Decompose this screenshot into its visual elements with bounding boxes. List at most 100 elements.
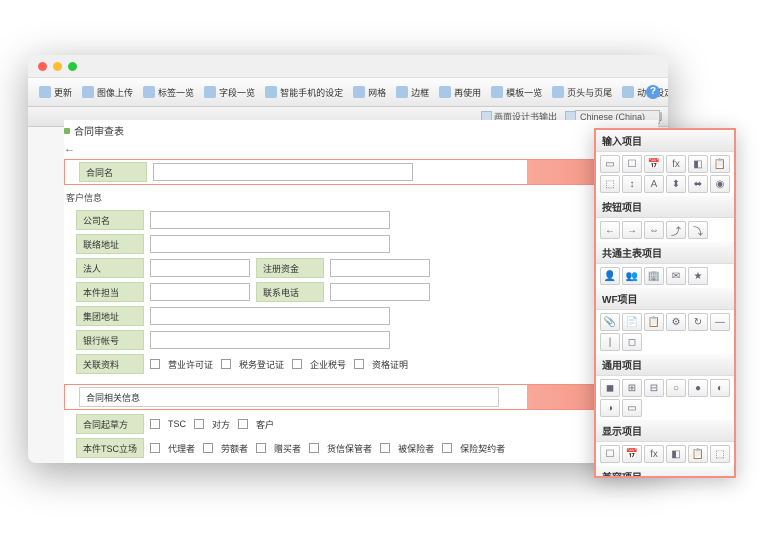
palette-item[interactable]: ◻: [622, 333, 642, 351]
palette-item[interactable]: ▭: [600, 155, 620, 173]
palette-item[interactable]: ⤴: [666, 221, 686, 239]
palette-item[interactable]: A: [644, 175, 664, 193]
checkbox[interactable]: [203, 443, 213, 453]
contract-name-input[interactable]: [153, 163, 413, 181]
text-input[interactable]: [150, 235, 390, 253]
palette-item[interactable]: ⬌: [688, 175, 708, 193]
close-dot[interactable]: [38, 62, 47, 71]
toolbar-icon: [396, 86, 408, 98]
palette-item[interactable]: ⚙: [666, 313, 686, 331]
palette-grid: 📎📄📋⚙↻— |◻: [596, 310, 734, 354]
toolbar-item[interactable]: 边框: [391, 78, 434, 106]
toolbar-item[interactable]: 标签一览: [138, 78, 199, 106]
checkbox[interactable]: [221, 359, 231, 369]
palette-item[interactable]: fx: [666, 155, 686, 173]
checkbox-label: 劳额者: [221, 442, 248, 455]
palette-item[interactable]: ⊞: [622, 379, 642, 397]
checkbox-label: 税务登记证: [239, 358, 284, 371]
palette-item[interactable]: ☐: [600, 445, 620, 463]
palette-item[interactable]: ◑: [600, 399, 620, 417]
palette-item[interactable]: ◧: [688, 155, 708, 173]
palette-item[interactable]: —: [710, 313, 730, 331]
palette-item[interactable]: ○: [666, 379, 686, 397]
toolbar-item[interactable]: 字段一览: [199, 78, 260, 106]
toolbar-item[interactable]: 模板一览: [486, 78, 547, 106]
field-label: 关联资料: [76, 354, 144, 374]
section-title: 合同审查表: [74, 123, 124, 138]
checkbox[interactable]: [309, 443, 319, 453]
checkbox-label: 客户: [256, 418, 274, 431]
palette-item[interactable]: 🏢: [644, 267, 664, 285]
palette-section-title: 兼容项目: [596, 466, 734, 478]
palette-item[interactable]: 📅: [622, 445, 642, 463]
palette-item[interactable]: 📅: [644, 155, 664, 173]
toolbar-item[interactable]: 智能手机的设定: [260, 78, 348, 106]
palette-item[interactable]: 📋: [710, 155, 730, 173]
checkbox[interactable]: [442, 443, 452, 453]
palette-item[interactable]: ⬚: [710, 445, 730, 463]
help-icon[interactable]: ?: [646, 85, 660, 99]
palette-item[interactable]: 👥: [622, 267, 642, 285]
toolbar-icon: [265, 86, 277, 98]
palette-item[interactable]: ↻: [688, 313, 708, 331]
checkbox[interactable]: [194, 419, 204, 429]
palette-item[interactable]: ◧: [666, 445, 686, 463]
checkbox[interactable]: [354, 359, 364, 369]
toolbar-item[interactable]: 图像上传: [77, 78, 138, 106]
toolbar-item[interactable]: 网格: [348, 78, 391, 106]
palette-item[interactable]: ●: [688, 379, 708, 397]
palette-item[interactable]: ◐: [710, 379, 730, 397]
palette-item[interactable]: ⊟: [644, 379, 664, 397]
palette-item[interactable]: ⤵: [688, 221, 708, 239]
text-input[interactable]: [150, 283, 250, 301]
palette-item[interactable]: 📋: [688, 445, 708, 463]
back-button[interactable]: ←: [64, 141, 658, 157]
maximize-dot[interactable]: [68, 62, 77, 71]
palette-item[interactable]: ☐: [622, 155, 642, 173]
toolbar-item[interactable]: 页头与页尾: [547, 78, 617, 106]
palette-item[interactable]: →: [622, 221, 642, 239]
palette-item[interactable]: ◉: [710, 175, 730, 193]
highlighted-field-row[interactable]: 合同名 ◀◀: [64, 159, 658, 185]
toolbar-item[interactable]: 动作设定: [617, 78, 668, 106]
checkbox[interactable]: [380, 443, 390, 453]
palette-item[interactable]: 📎: [600, 313, 620, 331]
field-label: 本件TSC立场: [76, 438, 144, 458]
palette-item[interactable]: ↕: [622, 175, 642, 193]
toolbar-label: 更新: [54, 86, 72, 99]
text-input[interactable]: [150, 331, 390, 349]
toolbar-icon: [439, 86, 451, 98]
checkbox[interactable]: [256, 443, 266, 453]
text-input[interactable]: [330, 283, 430, 301]
checkbox[interactable]: [238, 419, 248, 429]
palette-item[interactable]: fx: [644, 445, 664, 463]
highlighted-section-row[interactable]: 合同相关信息 ◀◀: [64, 384, 658, 410]
palette-item[interactable]: 👤: [600, 267, 620, 285]
text-input[interactable]: [150, 259, 250, 277]
text-input[interactable]: [330, 259, 430, 277]
palette-item[interactable]: ←: [600, 221, 620, 239]
palette-item[interactable]: ◼: [600, 379, 620, 397]
text-input[interactable]: [150, 211, 390, 229]
palette-item[interactable]: ⇔: [644, 221, 664, 239]
toolbar-item[interactable]: 再使用: [434, 78, 486, 106]
palette-item[interactable]: ⬍: [666, 175, 686, 193]
text-input[interactable]: [150, 307, 390, 325]
palette-section-title: 显示项目: [596, 420, 734, 442]
checkbox[interactable]: [150, 359, 160, 369]
checkbox-label: TSC: [168, 419, 186, 429]
palette-item[interactable]: |: [600, 333, 620, 351]
toolbar-item[interactable]: 更新: [34, 78, 77, 106]
palette-item[interactable]: 📋: [644, 313, 664, 331]
checkbox[interactable]: [150, 443, 160, 453]
palette-item[interactable]: ⬚: [600, 175, 620, 193]
minimize-dot[interactable]: [53, 62, 62, 71]
palette-item[interactable]: ▭: [622, 399, 642, 417]
checkbox[interactable]: [150, 419, 160, 429]
palette-item[interactable]: ★: [688, 267, 708, 285]
checkbox[interactable]: [292, 359, 302, 369]
field-label: 联络地址: [76, 234, 144, 254]
toolbar-label: 智能手机的设定: [280, 86, 343, 99]
palette-item[interactable]: ✉: [666, 267, 686, 285]
palette-item[interactable]: 📄: [622, 313, 642, 331]
